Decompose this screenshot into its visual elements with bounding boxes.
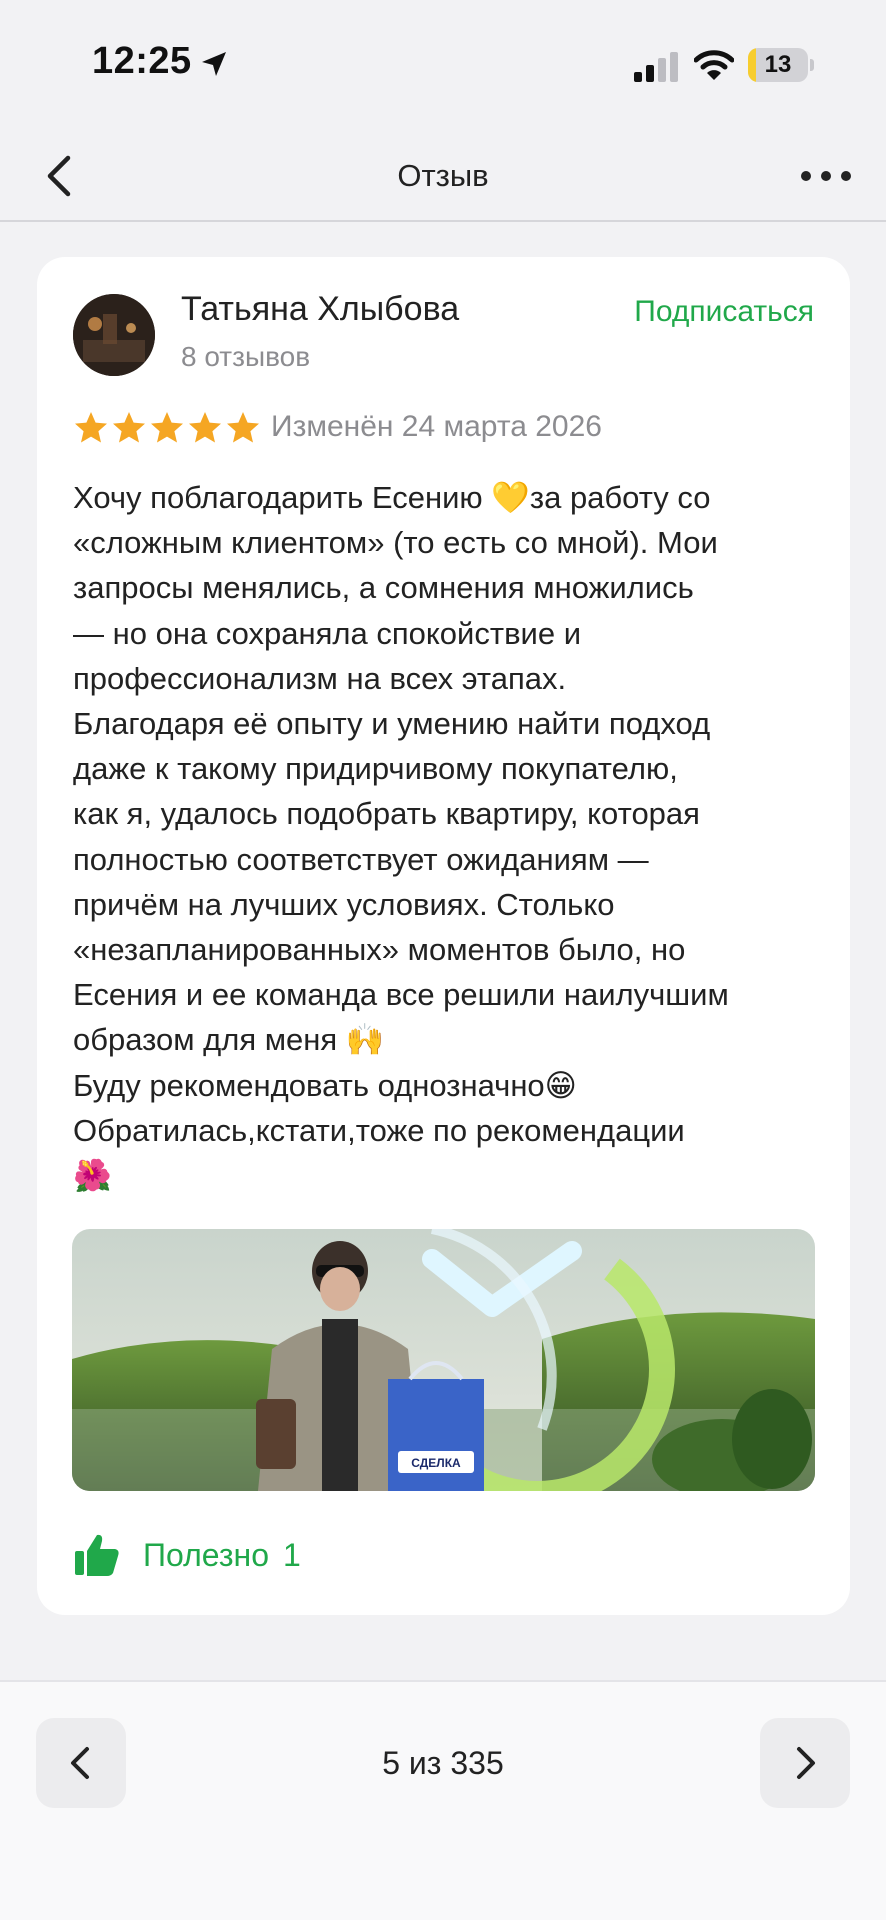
star-icon <box>75 412 107 443</box>
shopping-bag: СДЕЛКА <box>388 1361 484 1491</box>
more-horizontal-icon <box>801 171 851 181</box>
star-icon <box>227 412 259 443</box>
cellular-signal-icon <box>634 52 678 82</box>
author-name[interactable]: Татьяна Хлыбова <box>181 290 459 329</box>
thumbs-up-icon <box>75 1534 119 1576</box>
more-button[interactable] <box>798 156 854 196</box>
status-time: 12:25 <box>92 40 192 82</box>
pager-bar: 5 из 335 <box>0 1680 886 1920</box>
status-bar: 12:25 13 <box>0 0 886 130</box>
useful-button[interactable]: Полезно 1 <box>73 1527 301 1583</box>
avatar[interactable] <box>73 294 155 376</box>
battery-indicator: 13 <box>748 48 808 82</box>
avatar-image <box>73 294 155 376</box>
review-date: Изменён 24 марта 2026 <box>271 410 602 443</box>
review-photo[interactable]: СДЕЛКА <box>72 1229 815 1491</box>
star-icon <box>151 412 183 443</box>
review-card: Татьяна Хлыбова 8 отзывов Подписаться Из… <box>37 257 850 1615</box>
svg-text:СДЕЛКА: СДЕЛКА <box>411 1456 461 1470</box>
battery-tip <box>810 59 814 71</box>
wifi-icon <box>694 50 734 80</box>
back-button[interactable] <box>38 148 82 204</box>
useful-count: 1 <box>283 1536 301 1573</box>
page-title: Отзыв <box>397 158 489 193</box>
battery-level: 13 <box>764 51 792 78</box>
subscribe-button[interactable]: Подписаться <box>634 295 814 329</box>
useful-label: Полезно <box>143 1536 269 1573</box>
chevron-left-icon <box>47 155 71 197</box>
author-review-count: 8 отзывов <box>181 341 311 372</box>
review-photo-image: СДЕЛКА <box>72 1229 815 1491</box>
next-review-button[interactable] <box>760 1718 850 1808</box>
pager-position: 5 из 335 <box>382 1745 504 1781</box>
review-text: Хочу поблагодарить Есению 💛за работу со … <box>73 480 729 1194</box>
star-icon <box>189 412 221 443</box>
rating-stars <box>73 411 261 447</box>
chevron-right-icon <box>797 1747 815 1779</box>
navigation-bar: Отзыв <box>0 130 886 222</box>
location-arrow-icon <box>202 52 226 76</box>
star-icon <box>113 412 145 443</box>
